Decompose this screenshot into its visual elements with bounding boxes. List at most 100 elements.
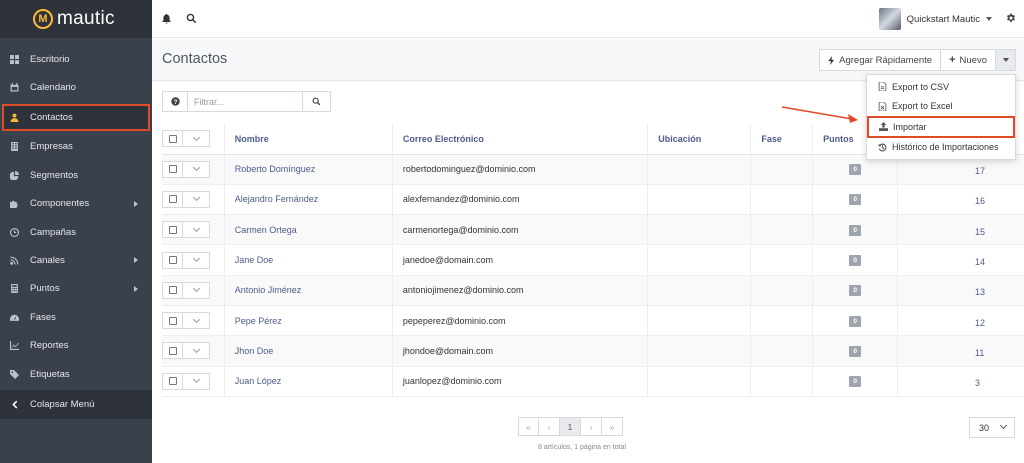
row-checkbox[interactable] — [162, 372, 210, 390]
mautic-logo[interactable]: M mautic — [0, 0, 152, 38]
row-checkbox[interactable] — [162, 312, 210, 330]
contact-name-link[interactable]: Jhon Doe — [235, 346, 274, 356]
contact-points-cell: 0 — [812, 366, 899, 397]
sidebar-item-label: Puntos — [30, 283, 60, 295]
row-checkbox[interactable] — [162, 190, 210, 208]
sidebar-item-empresas[interactable]: Empresas — [0, 133, 152, 161]
contact-name-link[interactable]: Alejandro Fernández — [235, 194, 319, 204]
clock-icon — [10, 227, 19, 237]
first-page-button[interactable]: « — [518, 417, 539, 436]
pie-chart-icon — [10, 170, 19, 180]
column-header-name[interactable]: Nombre — [224, 124, 393, 155]
table-row: Carmen Ortega carmenortega@dominio.com 0 — [162, 214, 1024, 246]
row-checkbox[interactable] — [162, 342, 210, 360]
contact-id-link[interactable]: 12 — [975, 318, 985, 328]
points-badge: 0 — [849, 194, 861, 206]
per-page-select[interactable]: 30 — [969, 417, 1015, 438]
filter-help-button[interactable]: ? — [162, 91, 188, 112]
page-1-button[interactable]: 1 — [560, 417, 581, 436]
contact-stage-cell — [750, 275, 814, 306]
contact-extra-cell — [897, 275, 1024, 306]
prev-page-button[interactable]: ‹ — [539, 417, 560, 436]
sidebar-item-calendario[interactable]: Calendario — [0, 73, 152, 101]
chevron-left-icon — [10, 400, 19, 409]
svg-text:?: ? — [173, 99, 177, 106]
new-button[interactable]: + Nuevo — [941, 49, 996, 71]
contact-name-link[interactable]: Roberto Domínguez — [235, 164, 316, 174]
row-checkbox[interactable] — [162, 160, 210, 178]
column-header-stage[interactable]: Fase — [750, 124, 814, 155]
contact-stage-cell — [750, 154, 814, 185]
contact-name-link[interactable]: Carmen Ortega — [235, 225, 297, 235]
sidebar-item-label: Empresas — [30, 141, 73, 153]
gear-icon[interactable] — [1006, 13, 1016, 23]
contact-id-link[interactable]: 15 — [975, 227, 985, 237]
more-actions-dropdown-button[interactable] — [996, 49, 1016, 71]
column-header-location[interactable]: Ubicación — [647, 124, 752, 155]
column-header-email[interactable]: Correo Electrónico — [392, 124, 649, 155]
points-badge: 0 — [849, 315, 861, 327]
filter-input[interactable] — [188, 91, 303, 112]
contact-name-link[interactable]: Juan López — [235, 376, 282, 386]
sidebar-item-label: Campañas — [30, 226, 76, 238]
brand-name: mautic — [57, 8, 115, 29]
menu-item-export-to-excel[interactable]: Export to Excel — [867, 97, 1015, 117]
row-checkbox[interactable] — [162, 281, 210, 299]
last-page-button[interactable]: » — [602, 417, 623, 436]
contact-id-link[interactable]: 14 — [975, 257, 985, 267]
sidebar-item-segmentos[interactable]: Segmentos — [0, 161, 152, 189]
contact-name-link[interactable]: Pepe Pérez — [235, 316, 282, 326]
user-menu[interactable]: Quickstart Mautic — [878, 8, 992, 30]
table-row: Antonio Jiménez antoniojimenez@dominio.c… — [162, 275, 1024, 306]
row-select-cell — [162, 184, 225, 216]
next-page-button[interactable]: › — [581, 417, 602, 436]
contact-name-cell: Pepe Pérez — [224, 305, 393, 337]
menu-item-export-to-csv[interactable]: Export to CSV — [867, 77, 1015, 97]
filter-bar: ? — [162, 91, 331, 112]
contact-id-link[interactable]: 16 — [975, 196, 985, 206]
row-checkbox[interactable] — [162, 251, 210, 269]
row-checkbox[interactable] — [162, 221, 210, 239]
menu-item-label: Export to CSV — [892, 81, 950, 92]
contact-id-link[interactable]: 17 — [975, 166, 985, 176]
contact-id-link[interactable]: 13 — [975, 287, 985, 297]
contact-name-link[interactable]: Antonio Jiménez — [235, 285, 302, 295]
contact-extra-cell — [897, 366, 1024, 397]
tachometer-icon — [10, 313, 19, 322]
sidebar-item-etiquetas[interactable]: Etiquetas — [0, 360, 152, 388]
sidebar-item-campanas[interactable]: Campañas — [0, 218, 152, 246]
contact-extra-cell — [897, 335, 1024, 367]
building-icon — [10, 142, 19, 152]
quick-add-button[interactable]: Agregar Rápidamente — [819, 49, 942, 71]
menu-item-historico-de-importaciones[interactable]: Histórico de Importaciones — [867, 138, 1015, 158]
contact-id-link[interactable]: 11 — [975, 348, 984, 358]
sidebar-item-reportes[interactable]: Reportes — [0, 332, 152, 360]
contact-extra-cell — [897, 184, 1024, 216]
contact-email-cell: robertodominguez@dominio.com — [392, 154, 649, 185]
collapse-menu-button[interactable]: Colapsar Menú — [0, 390, 152, 419]
contact-name-link[interactable]: Jane Doe — [235, 255, 274, 265]
table-row: Jane Doe janedoe@domain.com 0 — [162, 244, 1024, 276]
select-all-checkbox[interactable] — [162, 130, 210, 148]
sidebar-item-label: Canales — [30, 255, 65, 267]
sidebar-item-contactos[interactable]: Contactos — [2, 103, 150, 131]
pagination-info: 8 artículos, 1 página en total — [538, 444, 626, 451]
filter-search-button[interactable] — [303, 91, 331, 112]
sidebar-nav: Escritorio Calendario Contactos Empresas Seg… — [0, 45, 152, 419]
contact-points-cell: 0 — [812, 305, 899, 337]
sidebar-item-fases[interactable]: Fases — [0, 303, 152, 331]
sidebar-item-label: Segmentos — [30, 169, 79, 181]
contact-location-cell — [647, 184, 752, 216]
contact-id-link[interactable]: 3 — [975, 378, 980, 388]
contact-email-cell: antoniojimenez@dominio.com — [392, 275, 649, 306]
puzzle-icon — [10, 199, 19, 209]
sidebar-item-escritorio[interactable]: Escritorio — [0, 45, 152, 73]
row-select-cell — [162, 275, 225, 306]
sidebar-item-componentes[interactable]: Componentes — [0, 190, 152, 218]
bell-icon[interactable] — [161, 13, 172, 24]
sidebar-item-canales[interactable]: Canales — [0, 246, 152, 274]
menu-item-importar[interactable]: Importar — [867, 116, 1015, 138]
sidebar-item-label: Calendario — [30, 82, 76, 94]
search-icon[interactable] — [186, 13, 197, 24]
sidebar-item-puntos[interactable]: Puntos — [0, 275, 152, 303]
